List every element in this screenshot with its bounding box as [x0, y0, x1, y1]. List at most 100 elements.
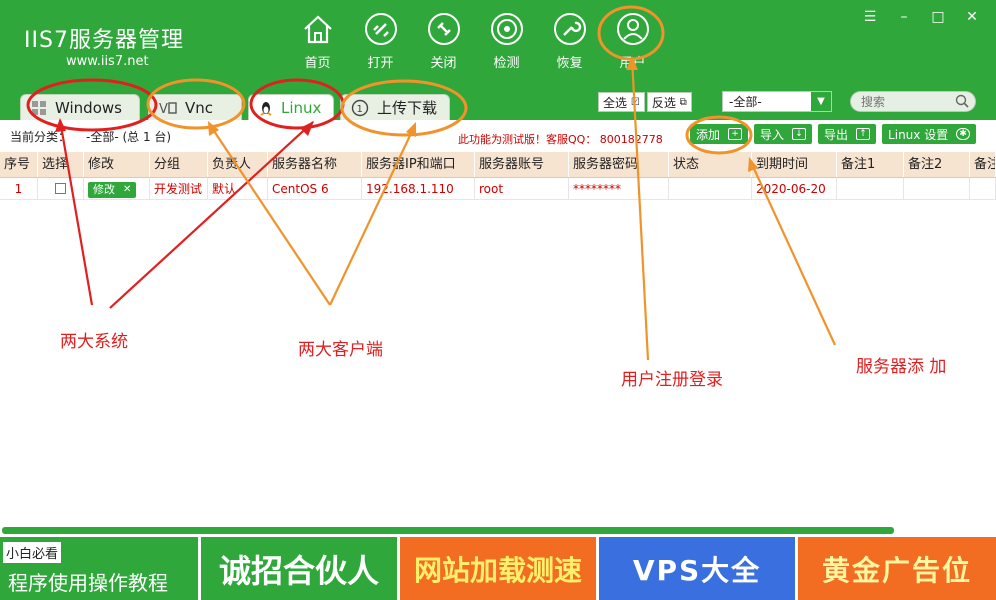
tab-linux[interactable]: Linux — [248, 94, 334, 120]
home-button[interactable]: 首页 — [286, 12, 349, 74]
add-label: 添加 — [696, 127, 721, 142]
table-header: 序号 选择 修改 分组 负责人 服务器名称 服务器IP和端口 服务器账号 服务器… — [0, 152, 996, 178]
linux-icon — [259, 100, 273, 116]
search-input[interactable] — [859, 93, 949, 110]
user-label: 用户 — [619, 56, 646, 71]
open-button[interactable]: 打开 — [349, 12, 412, 74]
check-button[interactable]: 检测 — [475, 12, 538, 74]
cell-note3 — [970, 178, 996, 199]
svg-text:V: V — [159, 102, 168, 116]
col-account: 服务器账号 — [475, 152, 569, 177]
selection-buttons: 全选 ☑ 反选 ⧉ — [598, 92, 692, 112]
export-label: 导出 — [824, 127, 849, 142]
tab-vnc[interactable]: V Vnc — [148, 94, 242, 120]
current-category-value: -全部- (总 1 台) — [86, 130, 172, 144]
export-icon: ↑ — [856, 128, 871, 140]
annotation-two-clients: 两大客户端 — [298, 340, 383, 360]
chevron-down-icon: ▼ — [811, 92, 831, 111]
cell-status — [669, 178, 752, 199]
tab-windows-label: Windows — [55, 98, 122, 117]
close-button[interactable]: ✕ — [962, 8, 982, 26]
import-label: 导入 — [760, 127, 785, 142]
add-icon: + — [728, 128, 743, 140]
cell-expire: 2020-06-20 — [752, 178, 837, 199]
cell-password: ******** — [569, 178, 669, 199]
app-logo: IIS7服务器管理 — [24, 28, 184, 53]
col-expire: 到期时间 — [752, 152, 837, 177]
menu-icon[interactable]: ☰ — [860, 8, 880, 26]
open-label: 打开 — [367, 56, 394, 71]
col-owner: 负责人 — [208, 152, 268, 177]
col-server-ip: 服务器IP和端口 — [362, 152, 475, 177]
restore-button[interactable]: 恢复 — [538, 12, 601, 74]
col-select: 选择 — [38, 152, 84, 177]
row-checkbox[interactable] — [55, 183, 66, 194]
search-icon[interactable] — [955, 94, 969, 111]
import-icon: ↓ — [792, 128, 807, 140]
svg-text:1: 1 — [357, 104, 363, 115]
vnc-icon: V — [159, 100, 177, 116]
title-bar: IIS7服务器管理 www.iis7.net 首页 打开 关闭 检测 恢复 用户… — [0, 0, 996, 86]
col-edit: 修改 — [84, 152, 150, 177]
col-note2: 备注2 — [904, 152, 970, 177]
col-status: 状态 — [669, 152, 752, 177]
close-conn-button[interactable]: 关闭 — [412, 12, 475, 74]
tab-windows[interactable]: Windows — [20, 94, 140, 120]
unlink-icon — [427, 13, 460, 45]
linux-settings-label: Linux 设置 — [888, 127, 949, 142]
ad-slot-banner[interactable]: 黄金广告位 — [798, 537, 996, 600]
tab-strip: Windows V Vnc Linux 1 上传下载 — [0, 86, 996, 120]
annotation-two-systems: 两大系统 — [60, 332, 128, 352]
tab-linux-label: Linux — [281, 98, 322, 117]
edit-row-label: 修改 — [93, 183, 115, 196]
cell-select — [38, 178, 84, 199]
select-all-label: 全选 — [603, 95, 628, 110]
cell-owner: 默认 — [208, 178, 268, 199]
cell-note1 — [837, 178, 904, 199]
select-all-icon: ☑ — [630, 96, 640, 108]
cell-edit: 修改 ✕ — [84, 178, 150, 199]
main-toolbar: 首页 打开 关闭 检测 恢复 用户 — [286, 12, 664, 74]
wrench-icon — [553, 13, 586, 45]
col-index: 序号 — [0, 152, 38, 177]
group-filter-value: -全部- — [729, 95, 762, 109]
cell-group: 开发测试 — [150, 178, 208, 199]
app-url: www.iis7.net — [66, 54, 149, 69]
partner-banner[interactable]: 诚招合伙人 — [201, 537, 397, 600]
col-note3: 备注 — [970, 152, 996, 177]
tab-vnc-label: Vnc — [185, 98, 214, 117]
user-button[interactable]: 用户 — [601, 12, 664, 74]
annotation-server-add: 服务器添 加 — [856, 357, 947, 377]
linux-settings-button[interactable]: Linux 设置 ✱ — [882, 124, 977, 144]
minimize-button[interactable]: – — [894, 8, 914, 26]
cell-index: 1 — [0, 178, 38, 199]
close-conn-label: 关闭 — [430, 56, 457, 71]
horizontal-scrollbar[interactable] — [2, 527, 894, 534]
speed-test-banner[interactable]: 网站加载测速 — [400, 537, 596, 600]
ad-banners: 小白必看 程序使用操作教程 诚招合伙人 网站加载测速 VPS大全 黄金广告位 — [0, 537, 996, 600]
add-server-button[interactable]: 添加 + — [690, 124, 749, 144]
group-filter-select[interactable]: -全部- ▼ — [722, 91, 832, 112]
select-all-button[interactable]: 全选 ☑ — [598, 92, 645, 112]
col-password: 服务器密码 — [569, 152, 669, 177]
export-button[interactable]: 导出 ↑ — [818, 124, 877, 144]
col-group: 分组 — [150, 152, 208, 177]
maximize-button[interactable]: □ — [928, 8, 948, 26]
import-button[interactable]: 导入 ↓ — [754, 124, 813, 144]
upload-download-icon: 1 — [351, 99, 369, 117]
table-row[interactable]: 1 修改 ✕ 开发测试 默认 CentOS 6 192.168.1.110 roo… — [0, 178, 996, 200]
action-buttons: 添加 + 导入 ↓ 导出 ↑ Linux 设置 ✱ — [690, 124, 977, 144]
invert-select-label: 反选 — [651, 95, 676, 110]
server-table: 序号 选择 修改 分组 负责人 服务器名称 服务器IP和端口 服务器账号 服务器… — [0, 152, 996, 200]
edit-row-button[interactable]: 修改 ✕ — [88, 182, 137, 198]
tutorial-banner[interactable]: 小白必看 程序使用操作教程 — [0, 537, 198, 600]
link-icon — [364, 13, 397, 45]
tab-upload-download[interactable]: 1 上传下载 — [340, 94, 450, 120]
col-server-name: 服务器名称 — [268, 152, 362, 177]
current-category-label: 当前分类： — [10, 130, 71, 144]
invert-select-icon: ⧉ — [679, 96, 687, 108]
vps-banner[interactable]: VPS大全 — [599, 537, 795, 600]
cell-server-name: CentOS 6 — [268, 178, 362, 199]
home-label: 首页 — [304, 56, 331, 71]
invert-select-button[interactable]: 反选 ⧉ — [646, 92, 692, 112]
